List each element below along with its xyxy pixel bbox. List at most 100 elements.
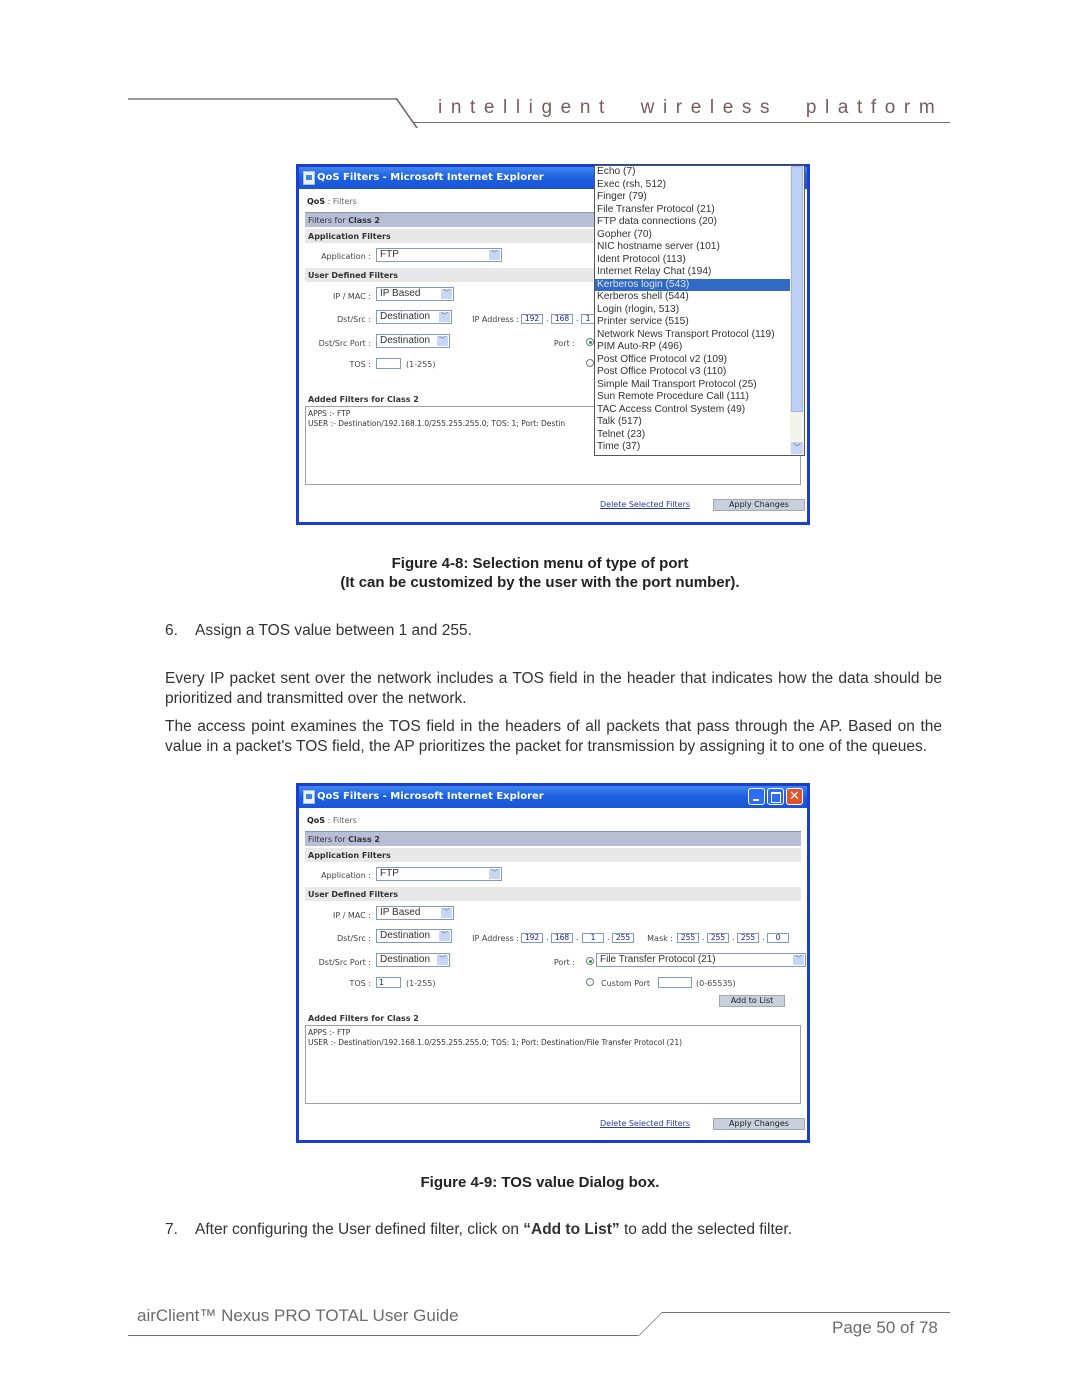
port-option[interactable]: Simple Mail Transport Protocol (25) bbox=[595, 379, 804, 392]
port-option[interactable]: Exec (rsh, 512) bbox=[595, 179, 804, 192]
custom-port-radio[interactable] bbox=[586, 359, 594, 367]
port-option[interactable]: Ident Protocol (113) bbox=[595, 254, 804, 267]
port-list-radio[interactable] bbox=[586, 338, 594, 346]
application-select[interactable]: FTP ﹀ bbox=[376, 867, 502, 881]
ip-separator: . bbox=[576, 314, 579, 323]
port-option[interactable]: Gopher (70) bbox=[595, 229, 804, 242]
ip-address-label: IP Address : bbox=[472, 934, 519, 943]
chevron-down-icon[interactable]: ﹀ bbox=[441, 908, 452, 918]
added-filter-item[interactable]: APPS :- FTP bbox=[308, 1028, 798, 1038]
class-band-text: Filters for Class 2 bbox=[308, 216, 380, 225]
step-7: 7. After configuring the User defined fil… bbox=[165, 1221, 792, 1239]
chevron-down-icon[interactable]: ﹀ bbox=[439, 931, 450, 941]
chevron-down-icon[interactable]: ﹀ bbox=[439, 312, 450, 322]
user-defined-filters-heading-text: User Defined Filters bbox=[308, 890, 398, 899]
chevron-down-icon[interactable]: ﹀ bbox=[437, 955, 448, 965]
ip-octet-4[interactable]: 255 bbox=[612, 933, 634, 943]
header-tagline: intelligent wireless platform bbox=[438, 97, 944, 118]
port-option[interactable]: Network News Transport Protocol (119) bbox=[595, 329, 804, 342]
added-filters-heading-text: Added Filters for Class 2 bbox=[308, 1014, 419, 1023]
port-select[interactable]: File Transfer Protocol (21) ﹀ bbox=[596, 953, 806, 967]
port-option[interactable]: Kerberos login (543) bbox=[595, 278, 804, 291]
ipmac-select[interactable]: IP Based ﹀ bbox=[376, 287, 454, 301]
minimize-button[interactable] bbox=[748, 788, 765, 805]
port-option[interactable]: Telnet (23) bbox=[595, 429, 804, 442]
figure-4-9-caption: Figure 4-9: TOS value Dialog box. bbox=[420, 1174, 660, 1191]
port-list-radio[interactable] bbox=[586, 957, 594, 965]
dstsrc-port-label: Dst/Src Port : bbox=[318, 339, 371, 348]
maximize-button[interactable] bbox=[767, 788, 784, 805]
scrollbar-thumb[interactable] bbox=[791, 166, 803, 412]
chevron-down-icon[interactable]: ﹀ bbox=[489, 250, 500, 260]
chevron-down-icon[interactable]: ﹀ bbox=[489, 869, 500, 879]
port-option[interactable]: FTP data connections (20) bbox=[595, 216, 804, 229]
mask-separator: . bbox=[762, 933, 765, 942]
port-options-dropdown[interactable]: Echo (7) Exec (rsh, 512) Finger (79) File T… bbox=[594, 165, 805, 456]
port-option[interactable]: Post Office Protocol v2 (109) bbox=[595, 354, 804, 367]
port-option[interactable]: File Transfer Protocol (21) bbox=[595, 204, 804, 217]
application-filters-heading-text: Application Filters bbox=[308, 232, 391, 241]
ip-octet-1[interactable]: 192 bbox=[521, 314, 543, 324]
added-filter-item[interactable]: USER :- Destination/192.168.1.0/255.255.… bbox=[308, 1038, 798, 1048]
dstsrc-port-select[interactable]: Destination ﹀ bbox=[376, 334, 450, 348]
footer-rule-right bbox=[662, 1312, 950, 1313]
step-text-before: After configuring the User defined filte… bbox=[195, 1221, 524, 1238]
ip-separator: . bbox=[546, 314, 549, 323]
tos-input[interactable] bbox=[376, 358, 401, 369]
tos-input[interactable]: 1 bbox=[376, 977, 401, 988]
custom-port-label: Custom Port bbox=[601, 979, 651, 988]
port-option[interactable]: Login (rlogin, 513) bbox=[595, 304, 804, 317]
chevron-down-icon[interactable]: ﹀ bbox=[441, 289, 452, 299]
port-option[interactable]: NIC hostname server (101) bbox=[595, 241, 804, 254]
mask-octet-4[interactable]: 0 bbox=[767, 933, 789, 943]
paragraph-access-point: The access point examines the TOS field … bbox=[165, 718, 942, 755]
ip-octet-3[interactable]: 1 bbox=[581, 314, 595, 324]
breadcrumb-root: QoS bbox=[307, 197, 326, 206]
scroll-down-icon[interactable]: ﹀ bbox=[791, 442, 803, 454]
ipmac-select[interactable]: IP Based ﹀ bbox=[376, 906, 454, 920]
port-option[interactable]: Talk (517) bbox=[595, 416, 804, 429]
port-option[interactable]: Internet Relay Chat (194) bbox=[595, 266, 804, 279]
ip-octet-2[interactable]: 168 bbox=[551, 314, 573, 324]
ip-octet-3[interactable]: 1 bbox=[582, 933, 604, 943]
chevron-down-icon[interactable]: ﹀ bbox=[437, 336, 448, 346]
added-filters-list[interactable]: APPS :- FTP USER :- Destination/192.168.… bbox=[305, 1025, 801, 1104]
mask-octet-1[interactable]: 255 bbox=[677, 933, 699, 943]
port-option[interactable]: Sun Remote Procedure Call (111) bbox=[595, 391, 804, 404]
ip-octet-2[interactable]: 168 bbox=[551, 933, 573, 943]
footer-guide-title: airClient™ Nexus PRO TOTAL User Guide bbox=[137, 1306, 459, 1325]
dstsrc-port-select[interactable]: Destination ﹀ bbox=[376, 953, 450, 967]
port-option[interactable]: Kerberos shell (544) bbox=[595, 291, 804, 304]
port-option[interactable]: Time (37) bbox=[595, 441, 804, 454]
chevron-down-icon[interactable]: ﹀ bbox=[793, 955, 804, 965]
application-select[interactable]: FTP ﹀ bbox=[376, 248, 502, 262]
tos-range-hint: (1-255) bbox=[406, 360, 436, 369]
figure-4-9-window: QoS Filters - Microsoft Internet Explore… bbox=[296, 783, 810, 1143]
add-to-list-button[interactable]: Add to List bbox=[719, 995, 785, 1007]
close-button[interactable]: ✕ bbox=[786, 788, 803, 805]
port-option[interactable]: Post Office Protocol v3 (110) bbox=[595, 366, 804, 379]
dropdown-scrollbar[interactable]: ﹀ bbox=[790, 166, 804, 455]
port-option[interactable]: Echo (7) bbox=[595, 166, 804, 179]
dstsrc-select-value: Destination bbox=[380, 311, 431, 322]
port-option[interactable]: TAC Access Control System (49) bbox=[595, 404, 804, 417]
mask-octet-3[interactable]: 255 bbox=[737, 933, 759, 943]
apply-changes-button[interactable]: Apply Changes bbox=[713, 499, 805, 511]
ip-octet-1[interactable]: 192 bbox=[521, 933, 543, 943]
delete-selected-filters-link[interactable]: Delete Selected Filters bbox=[600, 500, 690, 509]
apply-changes-button[interactable]: Apply Changes bbox=[713, 1118, 805, 1130]
dstsrc-select[interactable]: Destination ﹀ bbox=[376, 310, 452, 324]
port-option[interactable]: PIM Auto-RP (496) bbox=[595, 341, 804, 354]
mask-octet-2[interactable]: 255 bbox=[707, 933, 729, 943]
custom-port-input[interactable] bbox=[658, 977, 692, 988]
application-filters-heading-text: Application Filters bbox=[308, 851, 391, 860]
dstsrc-port-label: Dst/Src Port : bbox=[318, 958, 371, 967]
tos-label: TOS : bbox=[349, 979, 372, 988]
application-filters-heading: Application Filters bbox=[305, 848, 801, 862]
delete-selected-filters-link[interactable]: Delete Selected Filters bbox=[600, 1119, 690, 1128]
port-option[interactable]: Finger (79) bbox=[595, 191, 804, 204]
dstsrc-select[interactable]: Destination ﹀ bbox=[376, 929, 452, 943]
port-option[interactable]: Printer service (515) bbox=[595, 316, 804, 329]
custom-port-radio[interactable] bbox=[586, 978, 594, 986]
window-title: QoS Filters - Microsoft Internet Explore… bbox=[317, 791, 544, 802]
